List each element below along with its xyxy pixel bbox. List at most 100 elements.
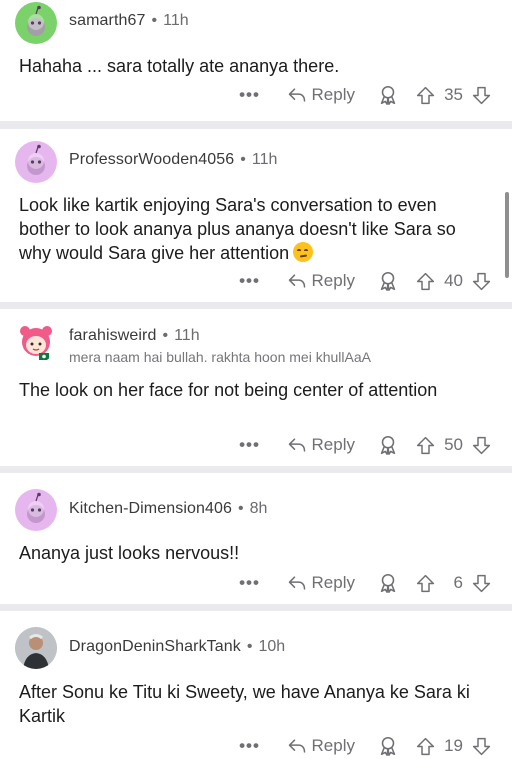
username[interactable]: DragonDeninSharkTank xyxy=(69,638,241,655)
username[interactable]: ProfessorWooden4056 xyxy=(69,151,234,168)
scrollbar[interactable] xyxy=(505,192,509,278)
user-photo-avatar-icon xyxy=(15,627,57,669)
girl-avatar-icon xyxy=(20,326,52,360)
upvote-icon xyxy=(415,573,436,594)
upvote-button[interactable] xyxy=(415,736,436,757)
timestamp: 11h xyxy=(251,151,278,168)
vote-score: 40 xyxy=(444,271,463,290)
avatar[interactable] xyxy=(15,489,57,531)
more-options-button[interactable]: ••• xyxy=(239,736,261,756)
reply-button[interactable]: Reply xyxy=(287,85,355,105)
snoo-avatar-icon xyxy=(15,2,57,44)
award-icon xyxy=(377,434,399,456)
timestamp: 11h xyxy=(163,12,189,29)
upvote-button[interactable] xyxy=(415,435,436,456)
upvote-button[interactable] xyxy=(415,573,436,594)
more-options-button[interactable]: ••• xyxy=(239,271,261,291)
comment: Kitchen-Dimension406 • 8h Ananya just look… xyxy=(0,473,512,604)
avatar[interactable] xyxy=(15,141,57,183)
reply-label: Reply xyxy=(311,736,355,755)
username[interactable]: farahisweird xyxy=(69,327,156,344)
reply-icon xyxy=(287,435,307,455)
reply-icon xyxy=(287,85,307,105)
reply-button[interactable]: Reply xyxy=(287,435,355,455)
separator: • xyxy=(246,638,253,655)
comment-body: Look like kartik enjoying Sara's convers… xyxy=(19,193,490,265)
reply-button[interactable]: Reply xyxy=(287,271,355,291)
reply-label: Reply xyxy=(311,573,355,592)
reply-button[interactable]: Reply xyxy=(287,573,355,593)
comment-actions: ••• Reply 35 xyxy=(239,83,492,107)
upvote-icon xyxy=(415,85,436,106)
upvote-button[interactable] xyxy=(415,85,436,106)
downvote-button[interactable] xyxy=(471,271,492,292)
comment-actions: ••• Reply 40 xyxy=(239,269,492,293)
award-button[interactable] xyxy=(377,84,399,106)
award-icon xyxy=(377,735,399,757)
downvote-button[interactable] xyxy=(471,85,492,106)
comment-header: ProfessorWooden4056 • 11h xyxy=(69,151,277,169)
award-icon xyxy=(377,84,399,106)
vote-score: 35 xyxy=(444,85,463,104)
reply-label: Reply xyxy=(311,435,355,454)
more-options-button[interactable]: ••• xyxy=(239,573,261,593)
username[interactable]: samarth67 xyxy=(69,12,146,29)
upvote-icon xyxy=(415,736,436,757)
downvote-icon xyxy=(471,435,492,456)
award-icon xyxy=(377,572,399,594)
comment-actions: ••• Reply 50 xyxy=(239,433,492,457)
upvote-button[interactable] xyxy=(415,271,436,292)
timestamp: 8h xyxy=(249,500,268,517)
comment: samarth67 • 11h Hahaha ... sara totally at… xyxy=(0,0,512,121)
upvote-icon xyxy=(415,271,436,292)
downvote-button[interactable] xyxy=(471,573,492,594)
award-button[interactable] xyxy=(377,270,399,292)
vote-score: 19 xyxy=(444,736,463,755)
separator: • xyxy=(240,151,246,168)
snoo-avatar-icon xyxy=(15,141,57,183)
comment-body: The look on her face for not being cente… xyxy=(19,380,438,400)
reply-button[interactable]: Reply xyxy=(287,736,355,756)
comment-body: After Sonu ke Titu ki Sweety, we have An… xyxy=(19,682,470,726)
vote-score: 6 xyxy=(453,573,463,592)
avatar[interactable] xyxy=(15,627,57,669)
username[interactable]: Kitchen-Dimension406 xyxy=(69,500,232,517)
smirk-emoji-icon xyxy=(293,242,314,262)
vote-score: 50 xyxy=(444,435,463,454)
award-icon xyxy=(377,270,399,292)
downvote-icon xyxy=(471,85,492,106)
avatar[interactable] xyxy=(15,2,57,44)
upvote-icon xyxy=(415,435,436,456)
comment: DragonDeninSharkTank • 10h After Sonu ke T… xyxy=(0,611,512,759)
more-options-button[interactable]: ••• xyxy=(239,435,261,455)
separator: • xyxy=(151,12,158,29)
comment: ProfessorWooden4056 • 11h Look like kartik… xyxy=(0,129,512,302)
reply-label: Reply xyxy=(311,271,355,290)
more-options-button[interactable]: ••• xyxy=(239,85,261,105)
comment-header: samarth67 • 11h xyxy=(69,12,189,30)
reply-icon xyxy=(287,271,307,291)
comment-body: Hahaha ... sara totally ate ananya there… xyxy=(19,56,340,76)
comment-actions: ••• Reply 19 xyxy=(239,734,492,758)
award-button[interactable] xyxy=(377,434,399,456)
comment-header: DragonDeninSharkTank • 10h xyxy=(69,638,285,656)
reply-icon xyxy=(287,736,307,756)
reply-icon xyxy=(287,573,307,593)
award-button[interactable] xyxy=(377,735,399,757)
downvote-icon xyxy=(471,573,492,594)
reply-label: Reply xyxy=(311,85,355,104)
award-button[interactable] xyxy=(377,572,399,594)
timestamp: 10h xyxy=(258,638,286,655)
comment: farahisweird • 11h mera naam hai bullah. r… xyxy=(0,309,512,466)
comment-actions: ••• Reply 6 xyxy=(239,571,492,595)
snoo-avatar-icon xyxy=(15,489,57,531)
user-flair: mera naam hai bullah. rakhta hoon mei kh… xyxy=(69,349,371,365)
separator: • xyxy=(237,500,244,517)
separator: • xyxy=(162,327,169,344)
downvote-button[interactable] xyxy=(471,736,492,757)
comment-header: farahisweird • 11h xyxy=(69,327,200,345)
avatar[interactable] xyxy=(15,321,57,363)
timestamp: 11h xyxy=(174,327,200,344)
downvote-button[interactable] xyxy=(471,435,492,456)
comment-header: Kitchen-Dimension406 • 8h xyxy=(69,500,267,518)
